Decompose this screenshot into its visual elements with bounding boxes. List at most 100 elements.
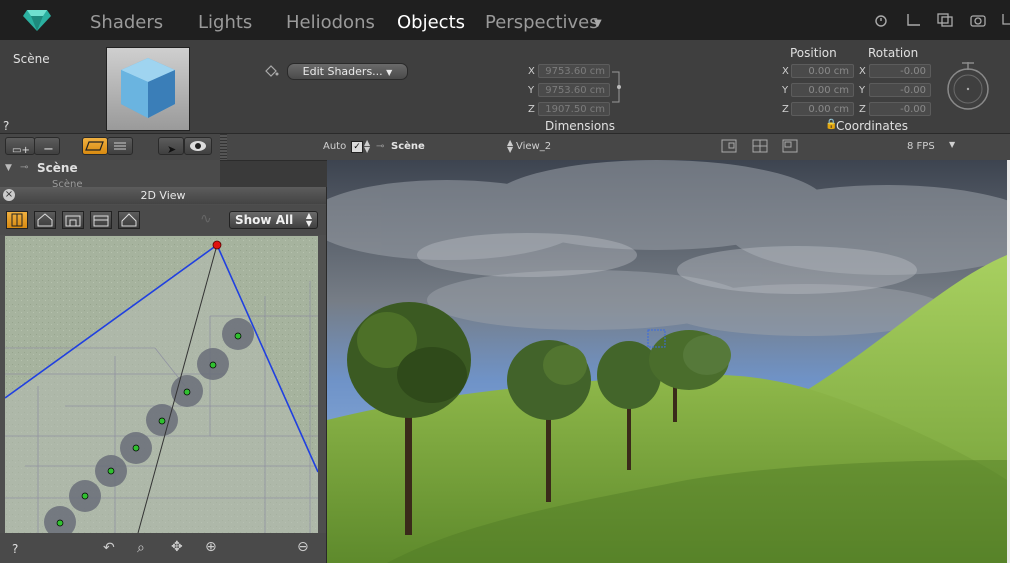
auto-checkbox[interactable]: ✓ — [351, 141, 363, 153]
tab-lights[interactable]: Lights — [198, 12, 252, 33]
axes-icon[interactable] — [904, 12, 922, 28]
splitter-handle[interactable] — [220, 134, 227, 160]
orbit-icon[interactable]: ⊕ — [205, 539, 217, 555]
pan-icon[interactable]: ✥ — [171, 539, 183, 555]
cursor-icon: ➤ — [167, 143, 177, 156]
center-view-icon[interactable] — [752, 139, 768, 153]
plan-icon — [11, 213, 23, 227]
3d-viewport[interactable] — [327, 160, 1007, 563]
view-2d-help[interactable]: ? — [12, 542, 18, 556]
scene-label: Scène — [13, 52, 50, 66]
pos-x-label: X — [782, 66, 789, 77]
dim-z-field[interactable]: 1907.50 cm — [538, 102, 610, 116]
scene-tree — [0, 160, 220, 190]
auto-stepper-icon[interactable]: ▲ ▼ — [364, 139, 370, 154]
rotation-title: Rotation — [868, 46, 919, 60]
tree-scene-icon: ⊸ — [20, 162, 29, 173]
list-view-button[interactable] — [107, 137, 133, 155]
dim-x-field[interactable]: 9753.60 cm — [538, 64, 610, 78]
undo-icon[interactable]: ↶ — [103, 540, 115, 556]
viewbar-scene-label[interactable]: Scène — [391, 141, 425, 152]
rot-x-field[interactable]: -0.00 — [869, 64, 931, 78]
view-stepper-icon[interactable]: ▲ ▼ — [507, 139, 513, 154]
edit-shaders-dropdown[interactable]: Edit Shaders... ▼ — [287, 63, 408, 80]
rot-y-field[interactable]: -0.00 — [869, 83, 931, 97]
rot-z-field[interactable]: -0.00 — [869, 102, 931, 116]
fps-dropdown-icon[interactable]: ▼ — [949, 140, 955, 149]
zoom-icon[interactable]: ⌕ — [137, 540, 145, 556]
roof-view-button[interactable] — [118, 211, 140, 229]
remove-object-button[interactable]: − — [34, 137, 60, 157]
rotation-dial-icon[interactable] — [944, 60, 992, 112]
camera-position-marker — [212, 240, 222, 250]
rot-y-label: Y — [859, 85, 866, 96]
view-2d-title: 2D View — [0, 187, 326, 204]
plan-view-button[interactable] — [6, 211, 28, 229]
auto-label: Auto — [323, 141, 347, 152]
select-tool-button[interactable]: ➤ — [158, 137, 184, 156]
eye-icon — [190, 141, 206, 151]
parallelogram-icon — [85, 141, 104, 151]
edit-shaders-label: Edit Shaders... — [302, 65, 383, 78]
compass-icon[interactable]: ⊖ — [297, 539, 309, 555]
close-icon[interactable]: × — [3, 189, 15, 201]
rot-z-label: Z — [859, 104, 866, 115]
toolbar-row — [0, 134, 1010, 161]
pos-x-field[interactable]: 0.00 cm — [791, 64, 854, 78]
fps-label: 8 FPS — [907, 141, 935, 152]
shader-bucket-icon[interactable] — [263, 64, 279, 78]
dimensions-title: Dimensions — [545, 119, 616, 133]
dim-x-label: X — [528, 66, 535, 77]
coordinates-title: Coordinates — [836, 119, 909, 133]
position-title: Position — [790, 46, 837, 60]
list-icon — [114, 142, 126, 150]
windows-icon[interactable] — [936, 12, 954, 28]
dropdown-arrow-icon: ▼ — [386, 68, 393, 77]
plan-drawing — [5, 236, 318, 533]
tab-heliodons[interactable]: Heliodons — [286, 12, 375, 33]
inspector-help[interactable]: ? — [3, 119, 9, 133]
window-layout-icon[interactable] — [721, 139, 737, 153]
plane-view-button[interactable] — [82, 137, 108, 155]
path-icon[interactable]: ∿ — [200, 211, 212, 227]
plan-canvas[interactable] — [5, 236, 318, 533]
expand-view-icon[interactable] — [782, 139, 798, 153]
show-all-select[interactable]: Show All ▲ ▼ — [229, 211, 318, 229]
tab-objects[interactable]: Objects — [397, 12, 465, 33]
view-2d-bottom-bar — [0, 533, 326, 563]
side-elevation-button[interactable] — [90, 211, 112, 229]
object-thumbnail[interactable] — [106, 47, 190, 131]
proportion-link-icon[interactable] — [611, 70, 623, 104]
visibility-button[interactable] — [184, 137, 212, 155]
rot-x-label: X — [859, 66, 866, 77]
tab-shaders[interactable]: Shaders — [90, 12, 163, 33]
camera-icon[interactable] — [969, 12, 987, 28]
tab-perspectives[interactable]: Perspectives — [485, 12, 599, 33]
dim-y-field[interactable]: 9753.60 cm — [538, 83, 610, 97]
house-icon — [37, 213, 53, 227]
dim-y-label: Y — [528, 85, 535, 96]
rendered-scene — [327, 160, 1007, 563]
pos-z-label: Z — [782, 104, 789, 115]
house-front-button[interactable] — [34, 211, 56, 229]
show-all-label: Show All — [235, 213, 294, 227]
perspectives-dropdown-icon[interactable]: ▼ — [594, 18, 602, 29]
pos-y-label: Y — [782, 85, 789, 96]
pos-z-field[interactable]: 0.00 cm — [791, 102, 854, 116]
cube-preview-icon — [121, 58, 175, 118]
elevation-button[interactable] — [62, 211, 84, 229]
add-object-button[interactable]: ▭+ — [5, 137, 35, 156]
timer-icon[interactable] — [872, 12, 890, 28]
dim-z-label: Z — [528, 104, 535, 115]
side-elevation-icon — [93, 215, 109, 227]
roof-icon — [121, 213, 137, 227]
crop-icon[interactable] — [1000, 12, 1010, 28]
gem-logo-icon[interactable] — [22, 6, 52, 32]
scene-layer-icon: ⊸ — [376, 141, 385, 152]
elevation-icon — [65, 215, 81, 227]
view-name[interactable]: View_2 — [516, 141, 551, 152]
tree-disclosure-icon[interactable]: ▼ — [5, 163, 12, 173]
pos-y-field[interactable]: 0.00 cm — [791, 83, 854, 97]
tree-root-item[interactable]: Scène — [37, 161, 78, 175]
select-arrows-icon: ▲ ▼ — [305, 211, 312, 228]
